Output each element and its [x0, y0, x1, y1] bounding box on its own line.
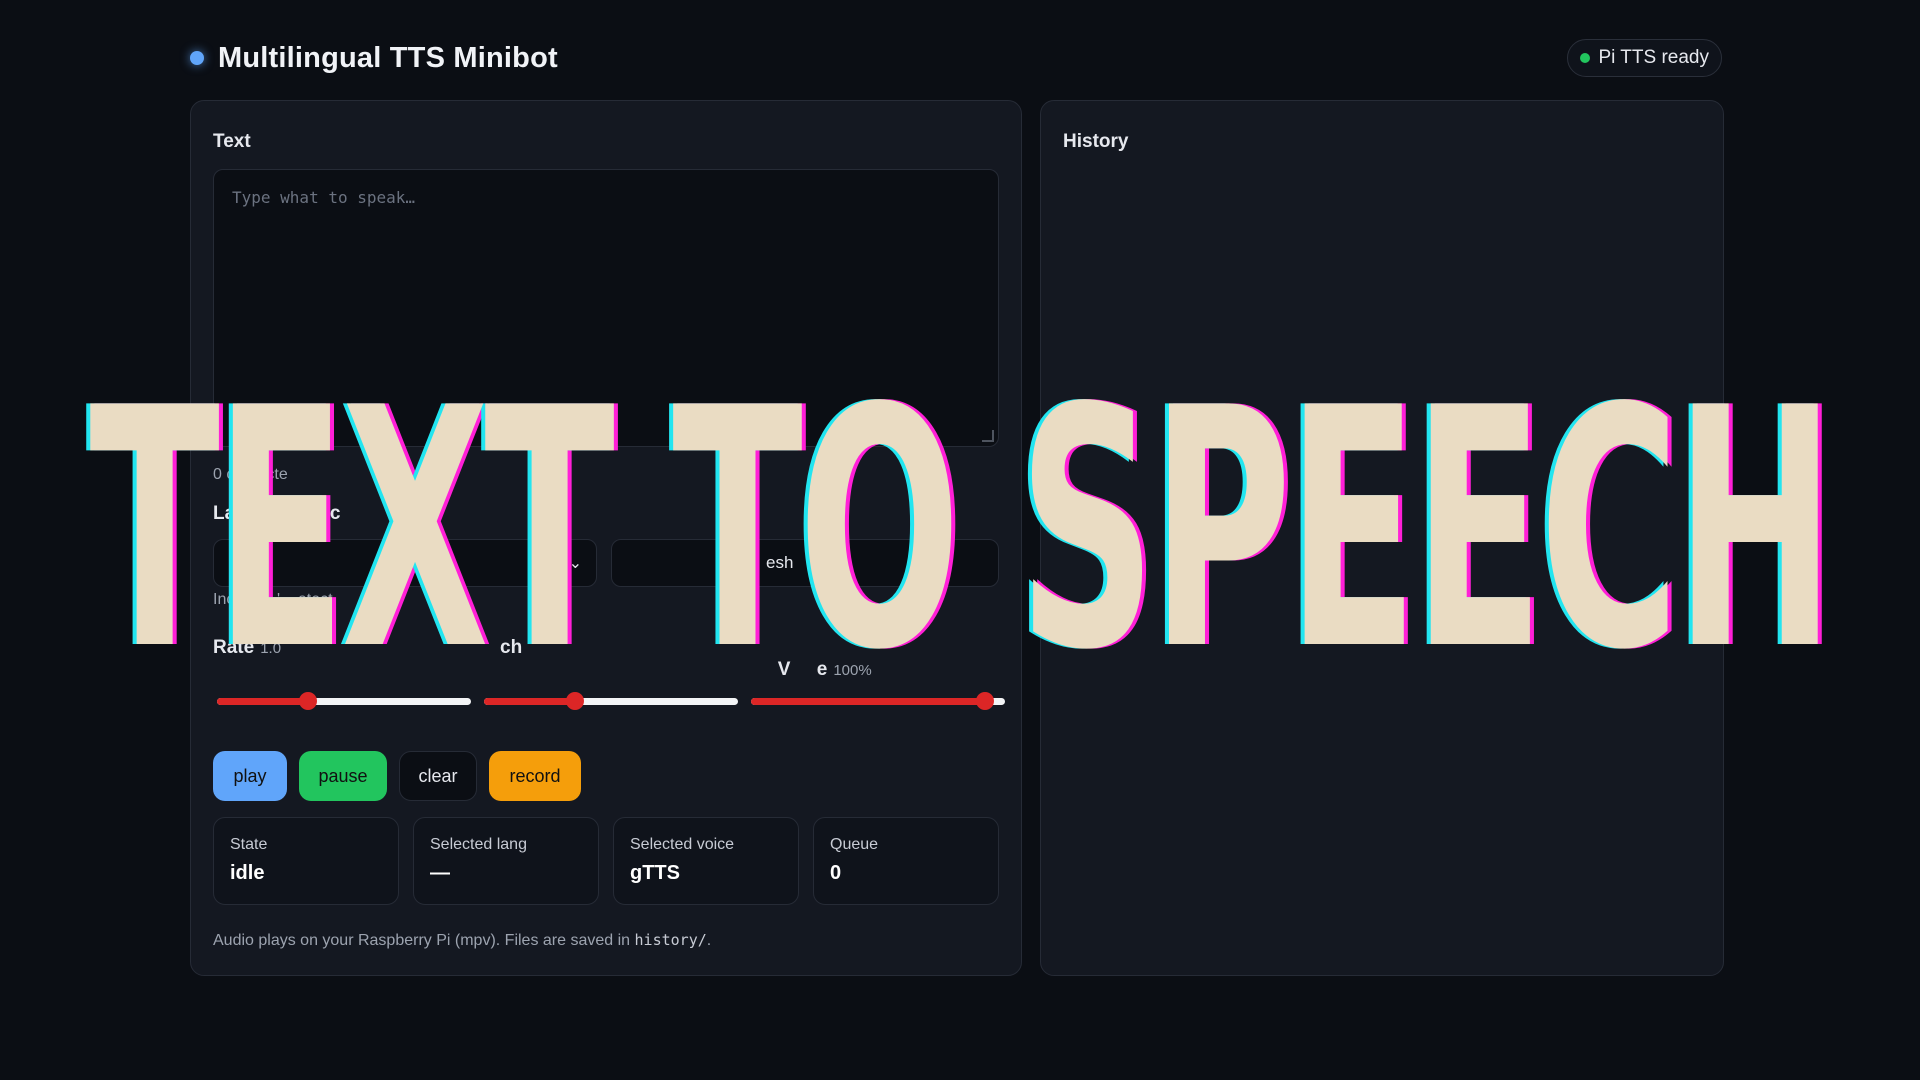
rate-label: Rate 1.0: [213, 637, 281, 659]
rate-label-text: Rate: [213, 637, 255, 658]
resize-handle-icon[interactable]: [982, 430, 994, 442]
brand-dot-icon: [190, 51, 204, 65]
rate-slider-thumb[interactable]: [299, 692, 318, 710]
stat-value: 0: [830, 862, 842, 884]
history-label: History: [1063, 131, 1129, 152]
footnote-text: Audio plays on your Raspberry Pi (mpv). …: [213, 932, 635, 949]
chevron-down-icon: ⌄: [568, 555, 582, 572]
status-badge: Pi TTS ready: [1567, 39, 1722, 77]
footnote: Audio plays on your Raspberry Pi (mpv). …: [213, 931, 711, 950]
char-count: 0 characte: [213, 466, 288, 483]
rate-slider-fill: [217, 698, 309, 705]
stat-selected-voice: Selected voice gTTS: [613, 817, 799, 905]
refresh-voices-button[interactable]: esh: [611, 539, 999, 587]
stat-label: State: [230, 836, 268, 853]
play-button[interactable]: play: [213, 751, 287, 801]
volume-slider-thumb[interactable]: [975, 692, 994, 710]
footnote-path: history/: [634, 931, 707, 949]
stat-queue: Queue 0: [813, 817, 999, 905]
text-label: Text: [213, 131, 251, 152]
language-hint: Includes ' etect: [213, 591, 333, 608]
pitch-label: ch: [500, 637, 528, 659]
pitch-slider-thumb[interactable]: [566, 692, 585, 710]
text-input[interactable]: Type what to speak…: [213, 169, 999, 447]
pause-button[interactable]: pause: [299, 751, 387, 801]
status-text: Pi TTS ready: [1598, 47, 1709, 68]
language-voice-label: Langua Voic: [213, 503, 341, 524]
volume-slider-fill: [751, 698, 985, 705]
volume-value: 100%: [833, 662, 872, 679]
clear-button[interactable]: clear: [399, 751, 477, 801]
stat-selected-lang: Selected lang —: [413, 817, 599, 905]
volume-label-text: V e: [777, 659, 828, 680]
speak-panel: Text Type what to speak… 0 characte Lang…: [190, 100, 1022, 976]
history-panel: History: [1040, 100, 1724, 976]
header: Multilingual TTS Minibot Pi TTS ready: [190, 38, 1722, 78]
volume-slider[interactable]: [751, 691, 1005, 711]
rate-slider[interactable]: [217, 691, 471, 711]
pitch-slider[interactable]: [484, 691, 738, 711]
footnote-end: .: [706, 932, 712, 949]
pitch-slider-fill: [484, 698, 576, 705]
stat-label: Selected voice: [630, 836, 735, 853]
status-dot-icon: [1580, 53, 1591, 63]
record-button[interactable]: record: [489, 751, 581, 801]
language-select[interactable]: ⌄: [213, 539, 597, 587]
rate-value: 1.0: [260, 640, 282, 657]
stat-label: Queue: [830, 836, 879, 853]
brand: Multilingual TTS Minibot: [190, 42, 558, 75]
pitch-label-text: ch: [500, 637, 523, 658]
stat-value: —: [430, 862, 450, 884]
refresh-button-label: esh: [766, 553, 794, 572]
stat-state: State idle: [213, 817, 399, 905]
app-title: Multilingual TTS Minibot: [218, 41, 558, 74]
stat-label: Selected lang: [430, 836, 527, 853]
stat-value: idle: [230, 862, 265, 884]
stat-value: gTTS: [630, 862, 680, 884]
page: Multilingual TTS Minibot Pi TTS ready Te…: [0, 0, 1920, 1080]
text-input-placeholder: Type what to speak…: [232, 188, 416, 207]
